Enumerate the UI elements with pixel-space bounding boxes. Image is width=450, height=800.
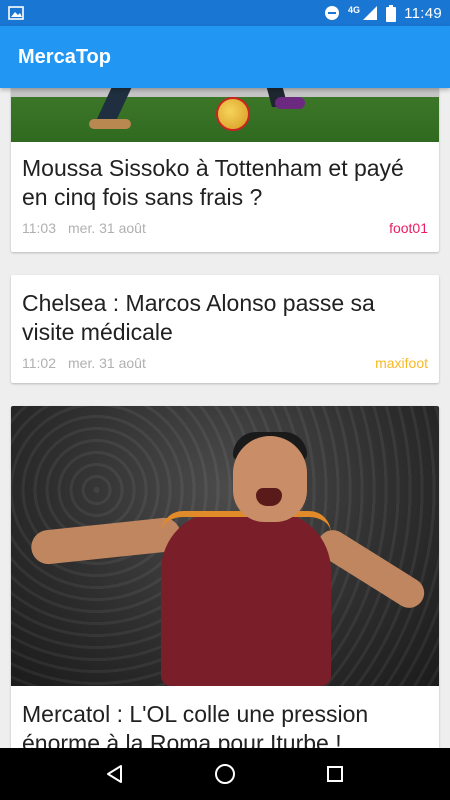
article-card[interactable]: Moussa Sissoko à Tottenham et payé en ci… <box>11 88 439 252</box>
article-title: Moussa Sissoko à Tottenham et payé en ci… <box>22 155 404 210</box>
app-bar: MercaTop <box>0 26 450 88</box>
status-bar: 4G 11:49 <box>0 0 450 26</box>
article-meta: 11:02 mer. 31 août maxifoot <box>11 353 439 373</box>
article-time: 11:03 <box>22 220 56 236</box>
article-source: maxifoot <box>375 355 428 371</box>
article-card[interactable]: Mercatol : L'OL colle une pression énorm… <box>11 406 439 748</box>
article-image <box>11 88 439 142</box>
app-title: MercaTop <box>18 45 111 68</box>
article-title: Mercatol : L'OL colle une pression énorm… <box>22 701 369 748</box>
article-date: mer. 31 août <box>68 220 146 236</box>
status-time: 11:49 <box>404 4 442 22</box>
network-type-label: 4G <box>348 5 361 15</box>
article-image <box>11 406 439 686</box>
back-icon[interactable] <box>95 754 135 794</box>
article-source: foot01 <box>389 220 428 236</box>
football-icon <box>216 97 250 131</box>
recents-icon[interactable] <box>315 754 355 794</box>
article-card[interactable]: Chelsea : Marcos Alonso passe sa visite … <box>11 275 439 383</box>
article-meta: 11:03 mer. 31 août foot01 <box>11 218 439 238</box>
home-icon[interactable] <box>205 754 245 794</box>
signal-icon <box>362 5 378 21</box>
article-title: Chelsea : Marcos Alonso passe sa visite … <box>22 290 375 345</box>
image-icon <box>8 6 24 20</box>
navigation-bar <box>0 748 450 800</box>
article-date: mer. 31 août <box>68 355 146 371</box>
article-feed[interactable]: Moussa Sissoko à Tottenham et payé en ci… <box>0 88 450 748</box>
article-time: 11:02 <box>22 355 56 371</box>
battery-icon <box>386 4 397 22</box>
do-not-disturb-icon <box>324 5 340 21</box>
